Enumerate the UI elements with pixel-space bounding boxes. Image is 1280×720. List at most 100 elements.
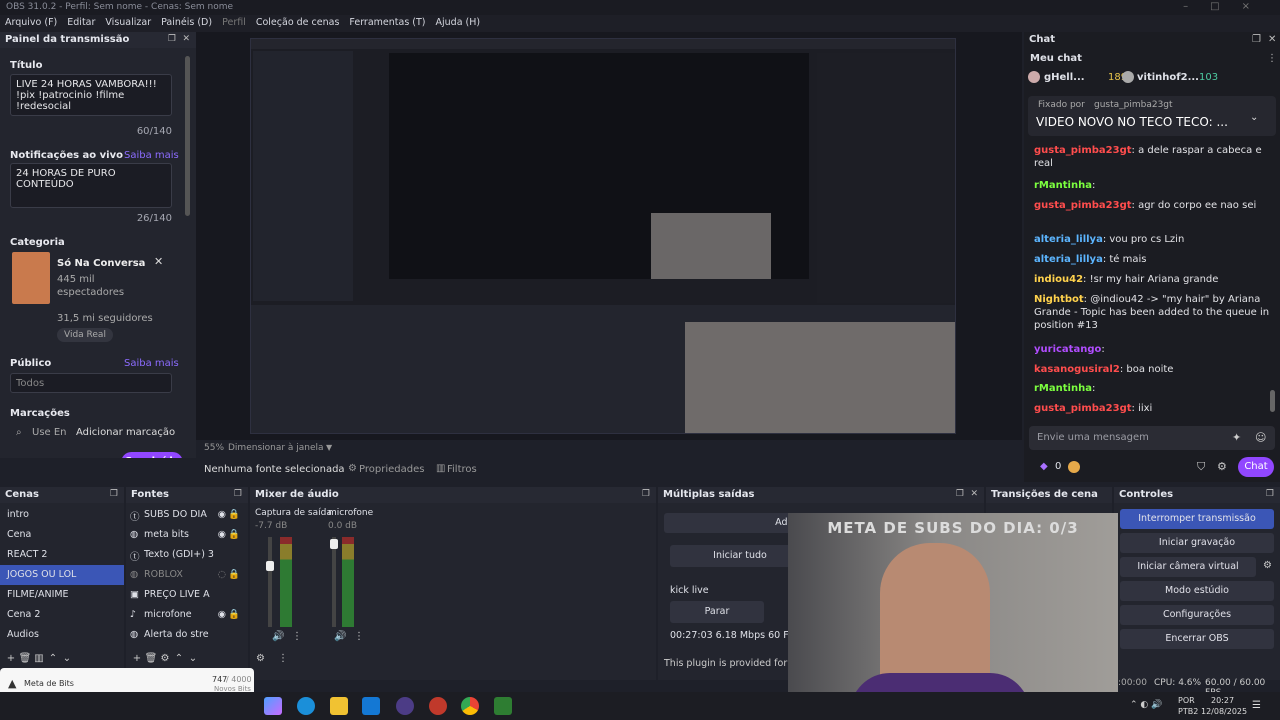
mixer-settings-icon[interactable]: ⚙ [256,653,265,664]
list-item[interactable]: Cena 2 [0,605,124,625]
close-icon[interactable]: ✕ [1268,34,1276,45]
delete-icon[interactable]: 🗑 [18,653,32,664]
chevron-down-icon[interactable]: ▼ [326,443,332,452]
chat-send-button[interactable]: Chat [1238,457,1274,477]
eye-off-icon[interactable]: ◌ [218,569,226,580]
lock-icon[interactable]: 🔒 [228,529,240,540]
scrollbar[interactable] [185,56,190,216]
volume-slider-handle[interactable] [266,561,274,571]
menu-file[interactable]: Arquivo (F) [0,15,62,30]
menu-scene-collection[interactable]: Coleção de cenas [251,15,345,30]
up-icon[interactable]: ⌃ [172,653,186,664]
filter-icon[interactable]: ▥ [32,653,46,664]
undock-icon[interactable]: ❐ [110,489,118,499]
volume-slider[interactable] [332,537,336,627]
list-item[interactable]: JOGOS OU LOL [0,565,124,585]
down-icon[interactable]: ⌄ [60,653,74,664]
outlook-icon[interactable] [362,697,380,715]
close-icon[interactable]: ✕ [182,34,190,44]
list-item[interactable]: meta bits ◍ ◉ 🔒 [126,525,248,545]
menu-help[interactable]: Ajuda (H) [431,15,486,30]
undock-icon[interactable]: ❐ [1252,34,1261,45]
menu-edit[interactable]: Editar [62,15,100,30]
start-recording-button[interactable]: Iniciar gravação [1120,533,1274,553]
gear-icon[interactable]: ⚙ [158,653,172,664]
list-item[interactable]: ROBLOX ◍ ◌ 🔒 [126,565,248,585]
stop-button[interactable]: Parar [670,601,764,623]
more-options-icon[interactable]: ⋮ [292,631,302,642]
add-marking-button[interactable]: Adicionar marcação [76,427,175,438]
recorder-icon[interactable] [429,697,447,715]
learn-more-link[interactable]: Saiba mais [124,150,179,161]
markings-search[interactable]: Use En [32,427,67,438]
folder-icon[interactable] [330,697,348,715]
notifications-icon[interactable]: ☰ [1252,700,1261,711]
list-item[interactable]: Audios [0,625,124,645]
obs-icon[interactable] [396,697,414,715]
exit-button[interactable]: Encerrar OBS [1120,629,1274,649]
list-item[interactable]: FILME/ANIME [0,585,124,605]
delete-icon[interactable]: 🗑 [144,653,158,664]
more-options-icon[interactable]: ⋮ [278,653,288,664]
shield-icon[interactable]: ⛉ [1197,460,1205,474]
list-item[interactable]: microfone ♪ ◉ 🔒 [126,605,248,625]
add-icon[interactable]: + [4,653,18,664]
copilot-icon[interactable] [264,697,282,715]
lock-icon[interactable]: 🔒 [228,609,240,620]
volume-slider[interactable] [268,537,272,627]
volume-slider-handle[interactable] [330,539,338,549]
title-input[interactable]: LIVE 24 HORAS VAMBORA!!! !pix !patrocini… [10,74,172,116]
filters-button[interactable]: Filtros [447,464,477,475]
app-icon[interactable] [494,697,512,715]
virtual-camera-button[interactable]: Iniciar câmera virtual [1120,557,1256,577]
list-item[interactable]: Alerta do stre ◍ [126,625,248,645]
list-item[interactable]: REACT 2 [0,545,124,565]
eye-icon[interactable]: ◉ [218,609,226,620]
down-icon[interactable]: ⌄ [186,653,200,664]
studio-mode-button[interactable]: Modo estúdio [1120,581,1274,601]
properties-button[interactable]: Propriedades [359,464,424,475]
menu-view[interactable]: Visualizar [100,15,156,30]
close-icon[interactable]: ✕ [970,489,978,499]
lang-indicator[interactable]: POR [1178,696,1195,705]
chat-scrollbar[interactable] [1270,390,1275,412]
list-item[interactable]: PREÇO LIVE A ▣ [126,585,248,605]
lock-icon[interactable]: 🔒 [228,569,240,580]
undock-icon[interactable]: ❐ [642,489,650,499]
edge-icon[interactable] [297,697,315,715]
menu-profile[interactable]: Perfil [217,15,251,30]
up-icon[interactable]: ⌃ [46,653,60,664]
list-item[interactable]: SUBS DO DIA ⓣ ◉ 🔒 [126,505,248,525]
list-item[interactable]: Cena [0,525,124,545]
zoom-select[interactable]: Dimensionar à janela [228,443,324,453]
magic-icon[interactable]: ✦ [1232,431,1241,444]
chrome-icon[interactable] [461,697,479,715]
learn-more-link-2[interactable]: Saiba mais [124,358,179,369]
undock-icon[interactable]: ❐ [234,489,242,499]
remove-category-icon[interactable]: ✕ [154,255,163,268]
list-item[interactable]: Texto (GDI+) 3 ⓣ [126,545,248,565]
undock-icon[interactable]: ❐ [956,489,964,499]
speaker-icon[interactable]: 🔊 [272,631,284,642]
notifications-input[interactable]: 24 HORAS DE PURO CONTEÚDO [10,163,172,208]
gear-icon[interactable]: ⚙ [1217,460,1227,473]
more-options-icon[interactable]: ⋮ [1267,53,1277,64]
window-controls[interactable]: –□× [1183,1,1272,12]
eye-icon[interactable]: ◉ [218,509,226,520]
channel-points-icon[interactable] [1068,461,1080,473]
emoji-icon[interactable]: ☺ [1255,431,1266,444]
add-output-button[interactable]: Adici [664,513,804,533]
undock-icon[interactable]: ❐ [168,34,176,44]
speaker-icon[interactable]: 🔊 [334,631,346,642]
settings-button[interactable]: Configurações [1120,605,1274,625]
list-item[interactable]: intro [0,505,124,525]
lock-icon[interactable]: 🔒 [228,509,240,520]
public-select[interactable]: Todos [10,373,172,393]
menu-docks[interactable]: Painéis (D) [156,15,217,30]
more-options-icon[interactable]: ⋮ [354,631,364,642]
stop-streaming-button[interactable]: Interromper transmissão [1120,509,1274,529]
tray-icons[interactable]: ⌃ ◐ 🔊 [1130,700,1162,710]
gear-icon[interactable]: ⚙ [1263,560,1272,571]
add-icon[interactable]: + [130,653,144,664]
menu-tools[interactable]: Ferramentas (T) [344,15,430,30]
